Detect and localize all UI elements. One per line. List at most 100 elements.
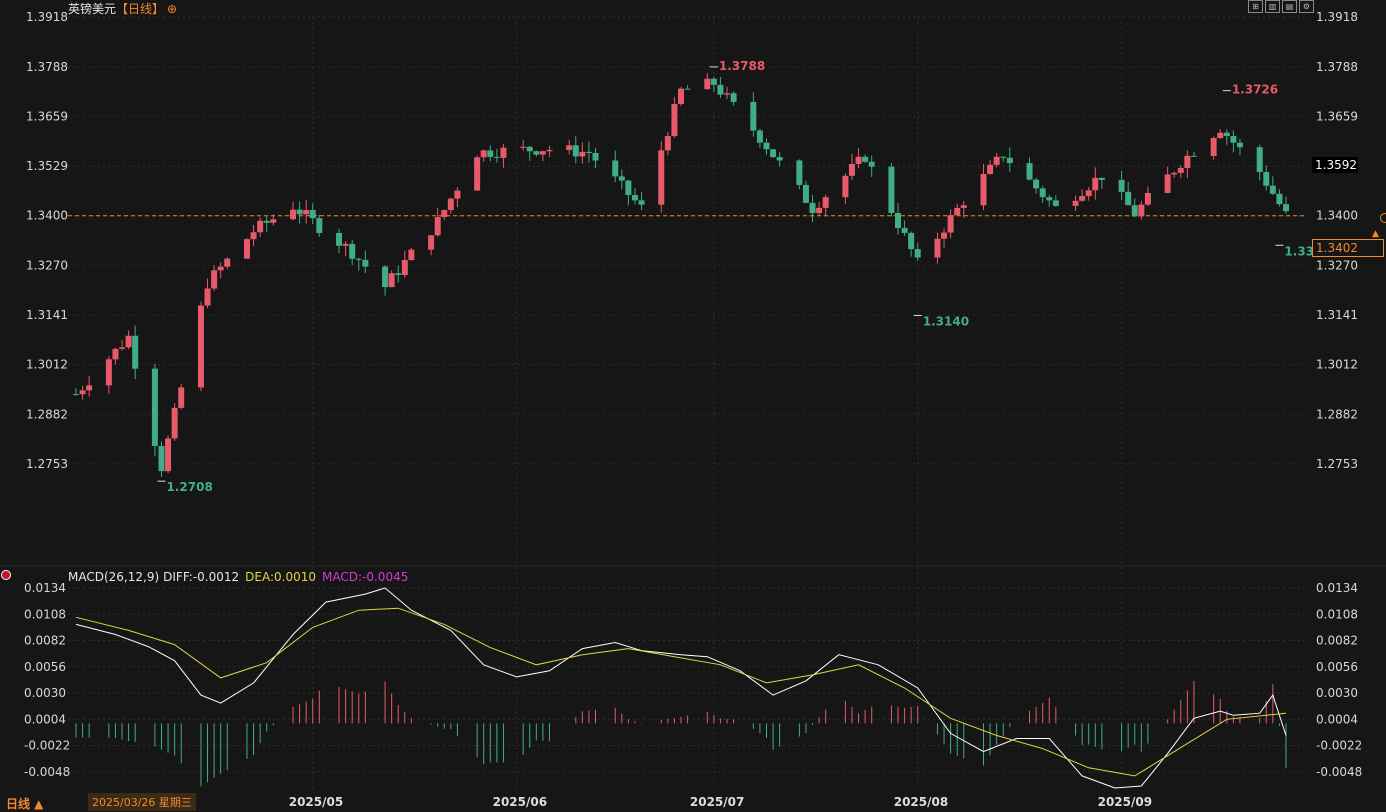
candle-down[interactable] xyxy=(592,152,599,161)
candle-up[interactable] xyxy=(171,407,178,439)
candle-down[interactable] xyxy=(362,259,369,267)
candle-up[interactable] xyxy=(125,335,132,348)
candle-down[interactable] xyxy=(1263,172,1270,186)
candle-down[interactable] xyxy=(572,145,579,157)
candle-down[interactable] xyxy=(263,220,270,223)
candle-up[interactable] xyxy=(934,238,941,258)
candle-up[interactable] xyxy=(704,78,711,90)
candle-down[interactable] xyxy=(809,202,816,214)
candle-up[interactable] xyxy=(520,146,527,148)
candle-down[interactable] xyxy=(1276,193,1283,205)
candle-up[interactable] xyxy=(987,164,994,174)
scroll-up-icon[interactable]: ▲ xyxy=(1372,229,1379,239)
candle-up[interactable] xyxy=(579,151,586,157)
candle-up[interactable] xyxy=(855,156,862,165)
candle-up[interactable] xyxy=(960,205,967,208)
candle-up[interactable] xyxy=(290,209,297,220)
candle-down[interactable] xyxy=(355,258,362,260)
candle-up[interactable] xyxy=(428,235,435,250)
candle-down[interactable] xyxy=(1098,177,1105,180)
candle-up[interactable] xyxy=(1085,190,1092,197)
candle-down[interactable] xyxy=(750,101,757,131)
candle-up[interactable] xyxy=(1079,196,1086,201)
candle-down[interactable] xyxy=(336,232,343,246)
candle-down[interactable] xyxy=(862,156,869,162)
candle-up[interactable] xyxy=(539,151,546,155)
candle-down[interactable] xyxy=(908,232,915,250)
candle-down[interactable] xyxy=(638,200,645,205)
candle-up[interactable] xyxy=(105,359,112,386)
candle-down[interactable] xyxy=(1125,191,1132,206)
candle-down[interactable] xyxy=(625,180,632,195)
candle-up[interactable] xyxy=(678,88,684,104)
candle-down[interactable] xyxy=(316,218,323,233)
candle-up[interactable] xyxy=(250,232,257,240)
candle-up[interactable] xyxy=(980,173,987,206)
candle-up[interactable] xyxy=(1210,138,1217,157)
candle-down[interactable] xyxy=(1026,163,1033,180)
candle-up[interactable] xyxy=(204,288,211,306)
candle-up[interactable] xyxy=(671,103,678,137)
candle-up[interactable] xyxy=(1164,174,1171,193)
candle-up[interactable] xyxy=(178,387,185,408)
candle-up[interactable] xyxy=(454,190,461,199)
candle-down[interactable] xyxy=(796,160,803,185)
candle-down[interactable] xyxy=(132,335,139,369)
candle-up[interactable] xyxy=(947,215,954,233)
candle-down[interactable] xyxy=(802,184,809,203)
candle-down[interactable] xyxy=(487,150,494,157)
candle-up[interactable] xyxy=(658,150,665,205)
alert-dot-icon[interactable] xyxy=(1380,213,1386,223)
candle-up[interactable] xyxy=(724,93,731,95)
candle-down[interactable] xyxy=(895,212,902,228)
candle-up[interactable] xyxy=(197,305,204,388)
candle-up[interactable] xyxy=(79,390,86,395)
candle-up[interactable] xyxy=(848,164,855,176)
candle-up[interactable] xyxy=(500,147,507,158)
candle-up[interactable] xyxy=(480,150,487,158)
candle-down[interactable] xyxy=(309,210,316,219)
candle-down[interactable] xyxy=(710,78,717,85)
candle-down[interactable] xyxy=(526,146,533,152)
period-toggle-button[interactable]: 日线 ▲ xyxy=(6,795,43,812)
candle-up[interactable] xyxy=(822,197,829,208)
candle-up[interactable] xyxy=(1177,167,1184,173)
candle-up[interactable] xyxy=(1171,172,1178,175)
candle-up[interactable] xyxy=(993,156,1000,165)
candle-down[interactable] xyxy=(1006,157,1013,164)
candle-down[interactable] xyxy=(730,93,737,102)
candle-up[interactable] xyxy=(816,207,823,214)
candle-down[interactable] xyxy=(1000,156,1007,158)
candle-up[interactable] xyxy=(165,438,172,472)
candle-down[interactable] xyxy=(684,88,691,90)
candle-up[interactable] xyxy=(1092,177,1099,191)
candle-down[interactable] xyxy=(1256,147,1263,173)
candle-up[interactable] xyxy=(842,175,849,198)
candle-down[interactable] xyxy=(349,243,356,259)
candle-down[interactable] xyxy=(888,166,895,213)
candle-up[interactable] xyxy=(1138,204,1145,217)
candle-down[interactable] xyxy=(296,209,303,215)
candle-down[interactable] xyxy=(585,151,592,153)
candle-down[interactable] xyxy=(1230,136,1237,143)
candle-up[interactable] xyxy=(447,198,454,211)
candle-up[interactable] xyxy=(257,220,264,233)
candle-up[interactable] xyxy=(119,347,126,349)
candle-up[interactable] xyxy=(566,145,573,150)
candle-up[interactable] xyxy=(1184,155,1191,168)
candle-up[interactable] xyxy=(303,210,310,215)
candle-down[interactable] xyxy=(533,151,540,155)
candle-down[interactable] xyxy=(158,445,165,472)
candle-down[interactable] xyxy=(763,142,770,150)
candle-down[interactable] xyxy=(1052,200,1059,206)
candle-up[interactable] xyxy=(1144,192,1151,205)
candle-down[interactable] xyxy=(1190,155,1197,157)
candle-up[interactable] xyxy=(401,260,408,276)
candle-down[interactable] xyxy=(1046,197,1053,201)
candle-down[interactable] xyxy=(1223,132,1230,137)
candle-up[interactable] xyxy=(112,348,119,360)
candle-down[interactable] xyxy=(612,160,619,177)
candle-up[interactable] xyxy=(474,157,481,191)
candle-down[interactable] xyxy=(901,227,908,233)
candle-up[interactable] xyxy=(664,136,671,151)
